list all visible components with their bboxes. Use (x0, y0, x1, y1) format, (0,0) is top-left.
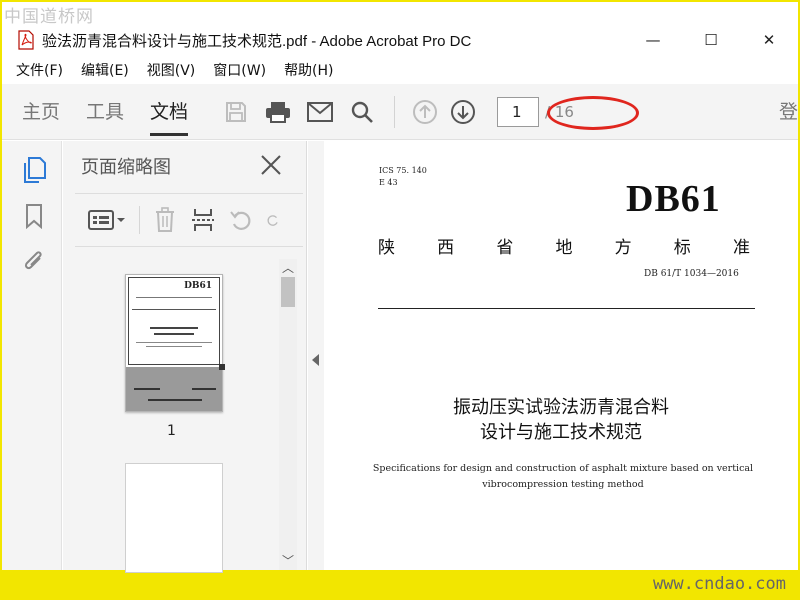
thumbnail-toolbar (75, 193, 303, 247)
header-rule (378, 308, 755, 309)
thumbnail-page-number: 1 (167, 423, 176, 439)
standard-type-char: 地 (555, 238, 573, 258)
previous-page-icon[interactable] (411, 98, 439, 126)
english-title-line2: vibrocompression testing method (482, 479, 644, 490)
options-menu-icon[interactable] (87, 207, 127, 233)
thumbnail-text-line (146, 346, 202, 347)
standard-number: DB 61/T 1034—2016 (644, 269, 739, 279)
toolbar-separator (394, 95, 396, 128)
thumbnail-toolbar-separator (139, 206, 140, 234)
thumbnail-title-line (150, 327, 198, 329)
menu-file[interactable]: 文件(F) (16, 60, 63, 80)
next-page-icon[interactable] (449, 98, 477, 126)
thumbnail-title-line (154, 333, 194, 335)
collapse-left-icon[interactable] (312, 354, 319, 366)
minimize-icon: — (645, 31, 661, 49)
standard-type-title: 陕 西 省 地 方 标 准 (378, 233, 750, 258)
standard-type-char: 准 (732, 238, 750, 258)
document-title: 振动压实试验法沥青混合料 设计与施工技术规范 (324, 395, 798, 445)
tab-tools[interactable]: 工具 (86, 84, 124, 140)
watermark-bottom: www.cndao.com (652, 574, 786, 594)
panel-collapse-strip[interactable] (308, 141, 324, 570)
email-icon[interactable] (306, 98, 334, 126)
standard-type-char: 方 (614, 238, 632, 258)
standard-type-char: 省 (496, 238, 514, 258)
pdf-file-icon (18, 30, 34, 50)
delete-icon[interactable] (152, 207, 178, 233)
document-title-line2: 设计与施工技术规范 (480, 422, 642, 443)
thumbnail-text-line (136, 297, 212, 298)
thumbnail-footer-text (192, 388, 216, 390)
document-title-line1: 振动压实试验法沥青混合料 (453, 397, 669, 418)
tab-document[interactable]: 文档 (150, 84, 189, 140)
document-page: ICS 75. 140 E 43 DB61 陕 西 省 地 方 标 准 DB 6… (324, 141, 798, 570)
thumbnail-db-code: DB61 (184, 281, 212, 291)
panel-title: 页面缩略图 (81, 157, 171, 178)
standard-type-char: 西 (437, 238, 455, 258)
save-icon[interactable] (222, 98, 250, 126)
close-window-button[interactable]: ✕ (740, 24, 798, 56)
thumbnail-text-line (136, 342, 212, 343)
bookmarks-icon[interactable] (20, 201, 48, 231)
thumbnail-scrollbar[interactable]: ︿ ﹀ (279, 259, 297, 570)
menu-bar: 文件(F) 编辑(E) 视图(V) 窗口(W) 帮助(H) (2, 58, 798, 82)
rotate-left-icon[interactable] (228, 207, 254, 233)
standard-code: DB61 (626, 178, 721, 220)
attachments-icon[interactable] (20, 245, 48, 275)
page-thumbnails-icon[interactable] (20, 155, 48, 185)
english-title: Specifications for design and constructi… (364, 461, 762, 493)
thumbnail-selection-handle[interactable] (219, 364, 225, 370)
scroll-down-icon[interactable]: ﹀ (279, 552, 297, 570)
ics-code: ICS 75. 140 (379, 166, 427, 175)
extract-icon[interactable] (190, 207, 216, 233)
highlight-ellipse (547, 96, 639, 130)
thumbnail-footer-text (148, 399, 202, 401)
maximize-button[interactable]: ☐ (682, 24, 740, 56)
left-navigation-rail (2, 141, 62, 570)
thumbnail-footer-text (134, 388, 160, 390)
thumbnail-rule (132, 309, 216, 310)
scrollbar-thumb[interactable] (281, 277, 295, 307)
title-bar: 验法沥青混合料设计与施工技术规范.pdf - Adobe Acrobat Pro… (2, 24, 798, 56)
document-view[interactable]: ICS 75. 140 E 43 DB61 陕 西 省 地 方 标 准 DB 6… (324, 141, 798, 570)
menu-edit[interactable]: 编辑(E) (81, 60, 129, 80)
classification-code: E 43 (379, 178, 398, 187)
english-title-line1: Specifications for design and constructi… (372, 463, 754, 474)
login-button[interactable]: 登 (779, 84, 798, 140)
tab-home[interactable]: 主页 (22, 84, 60, 140)
page-thumbnail-2[interactable] (125, 463, 223, 573)
page-thumbnail-1[interactable]: DB61 (125, 274, 223, 412)
close-panel-icon[interactable] (259, 153, 283, 177)
standard-type-char: 陕 (378, 238, 395, 258)
print-icon[interactable] (264, 98, 292, 126)
scroll-up-icon[interactable]: ︿ (279, 259, 297, 277)
rotate-right-icon[interactable] (266, 207, 280, 233)
search-icon[interactable] (348, 98, 376, 126)
close-icon: ✕ (762, 31, 776, 49)
minimize-button[interactable]: — (624, 24, 682, 56)
main-toolbar: 主页 工具 文档 1 / 16 登 (2, 84, 798, 140)
menu-view[interactable]: 视图(V) (147, 60, 196, 80)
menu-window[interactable]: 窗口(W) (213, 60, 266, 80)
ics-code-block: ICS 75. 140 E 43 (379, 165, 427, 189)
menu-help[interactable]: 帮助(H) (284, 60, 333, 80)
thumbnail-panel: 页面缩略图 DB61 1 ︿ ﹀ (63, 141, 307, 573)
maximize-icon: ☐ (704, 31, 718, 49)
current-page-input[interactable]: 1 (497, 96, 540, 127)
window-title: 验法沥青混合料设计与施工技术规范.pdf - Adobe Acrobat Pro… (42, 32, 472, 50)
standard-type-char: 标 (673, 238, 691, 258)
